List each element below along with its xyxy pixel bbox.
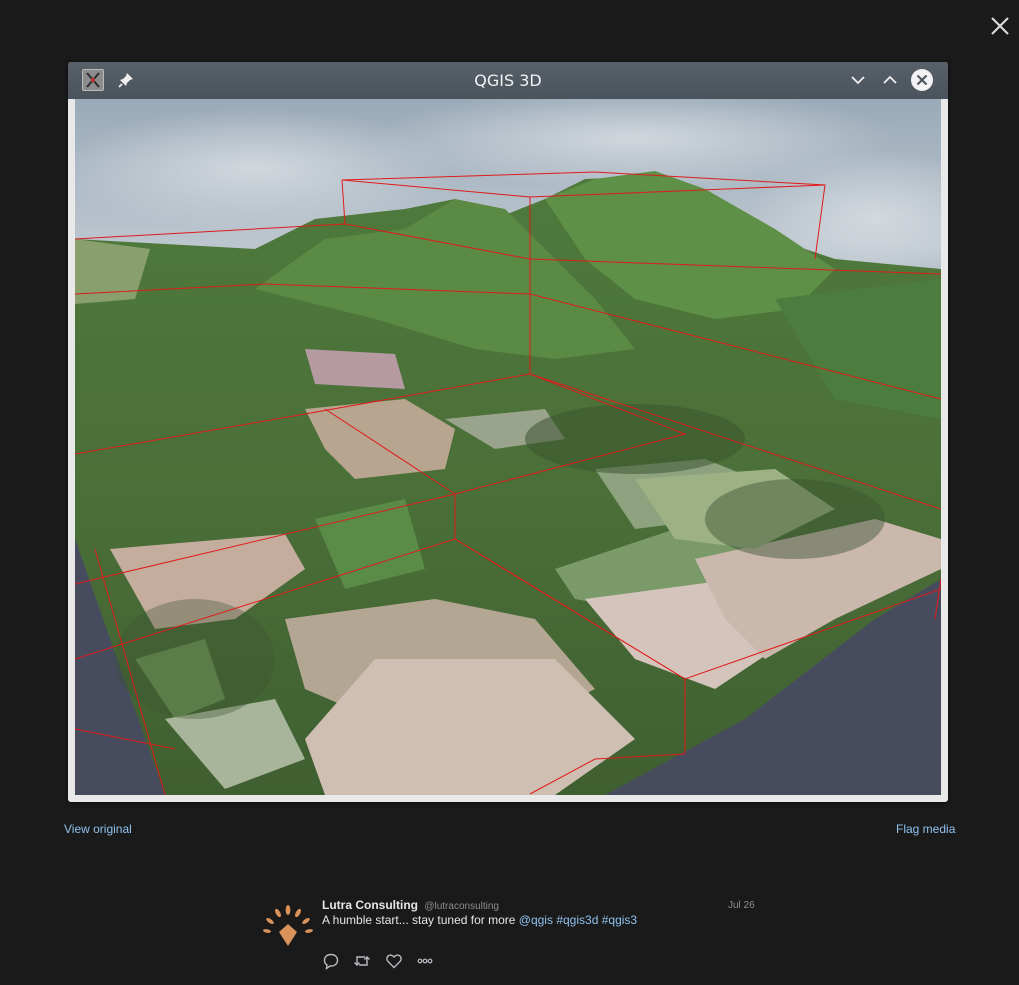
hashtag-qgis3[interactable]: #qgis3 bbox=[602, 913, 637, 927]
close-icon[interactable] bbox=[986, 12, 1014, 40]
3d-terrain-render bbox=[75, 99, 941, 795]
window-title: QGIS 3D bbox=[474, 71, 542, 90]
author-display-name[interactable]: Lutra Consulting bbox=[322, 898, 418, 912]
mention-qgis[interactable]: @qgis bbox=[519, 913, 553, 927]
tweet-text: A humble start... stay tuned for more @q… bbox=[322, 913, 637, 927]
chevron-up-icon[interactable] bbox=[879, 69, 901, 91]
qgis-3d-window: QGIS 3D bbox=[68, 62, 948, 802]
more-icon[interactable] bbox=[416, 952, 434, 970]
3d-map-canvas[interactable] bbox=[75, 99, 941, 795]
tweet-text-body: A humble start... stay tuned for more bbox=[322, 913, 516, 927]
avatar[interactable] bbox=[262, 902, 314, 948]
tweet: Lutra Consulting @lutraconsulting Jul 26… bbox=[262, 898, 762, 978]
author-name[interactable]: Lutra Consulting @lutraconsulting bbox=[322, 898, 499, 912]
like-icon[interactable] bbox=[385, 952, 403, 970]
tweet-date[interactable]: Jul 26 bbox=[728, 900, 755, 911]
retweet-icon[interactable] bbox=[353, 952, 371, 970]
close-circle-icon[interactable] bbox=[910, 68, 934, 92]
hashtag-qgis3d[interactable]: #qgis3d bbox=[556, 913, 598, 927]
window-titlebar[interactable]: QGIS 3D bbox=[68, 62, 948, 99]
chevron-down-icon[interactable] bbox=[847, 69, 869, 91]
reply-icon[interactable] bbox=[322, 952, 340, 971]
view-original-link[interactable]: View original bbox=[64, 822, 132, 836]
author-handle[interactable]: @lutraconsulting bbox=[424, 901, 499, 912]
flag-media-link[interactable]: Flag media bbox=[896, 822, 955, 836]
